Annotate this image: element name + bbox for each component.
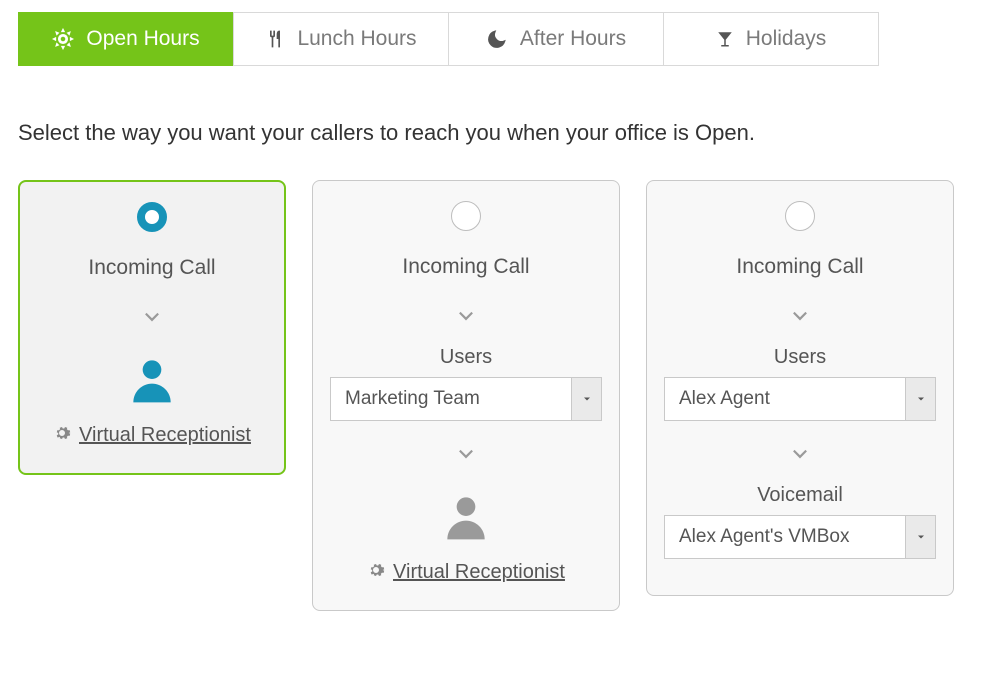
arrow-down-icon — [139, 300, 165, 335]
chevron-down-icon — [905, 378, 935, 420]
card-title: Incoming Call — [88, 256, 215, 280]
option-virtual-receptionist[interactable]: Incoming Call Virtual Receptionist — [18, 180, 286, 475]
select-value: Marketing Team — [331, 388, 571, 410]
users-select[interactable]: Alex Agent — [664, 377, 936, 421]
radio-unselected[interactable] — [785, 201, 815, 231]
users-label: Users — [774, 346, 826, 369]
tabs-bar: Open Hours Lunch Hours After Hours Holid… — [18, 12, 968, 66]
gear-icon — [53, 424, 71, 447]
tab-label: Lunch Hours — [297, 27, 416, 51]
tab-label: Open Hours — [86, 27, 199, 51]
option-users-then-vr[interactable]: Incoming Call Users Marketing Team Virtu… — [312, 180, 620, 611]
voicemail-select[interactable]: Alex Agent's VMBox — [664, 515, 936, 559]
virtual-receptionist-link[interactable]: Virtual Receptionist — [393, 561, 565, 584]
option-users-then-voicemail[interactable]: Incoming Call Users Alex Agent Voicemail… — [646, 180, 954, 596]
radio-selected[interactable] — [137, 202, 167, 232]
moon-icon — [486, 28, 508, 50]
users-select[interactable]: Marketing Team — [330, 377, 602, 421]
tab-lunch-hours[interactable]: Lunch Hours — [233, 12, 449, 66]
card-title: Incoming Call — [736, 255, 863, 279]
tab-label: Holidays — [746, 27, 827, 51]
virtual-receptionist-link[interactable]: Virtual Receptionist — [79, 424, 251, 447]
select-value: Alex Agent — [665, 388, 905, 410]
cocktail-icon — [716, 28, 734, 50]
gear-icon — [367, 561, 385, 584]
radio-unselected[interactable] — [451, 201, 481, 231]
users-label: Users — [440, 346, 492, 369]
sun-icon — [52, 28, 74, 50]
arrow-down-icon — [453, 437, 479, 472]
instruction-text: Select the way you want your callers to … — [18, 120, 968, 146]
card-title: Incoming Call — [402, 255, 529, 279]
tab-label: After Hours — [520, 27, 626, 51]
arrow-down-icon — [787, 437, 813, 472]
tab-holidays[interactable]: Holidays — [663, 12, 879, 66]
chevron-down-icon — [571, 378, 601, 420]
user-icon — [124, 351, 180, 412]
tab-after-hours[interactable]: After Hours — [448, 12, 664, 66]
select-value: Alex Agent's VMBox — [665, 526, 905, 548]
utensils-icon — [265, 28, 285, 50]
arrow-down-icon — [787, 299, 813, 334]
voicemail-label: Voicemail — [757, 484, 843, 507]
chevron-down-icon — [905, 516, 935, 558]
virtual-receptionist-row: Virtual Receptionist — [367, 561, 565, 584]
routing-options: Incoming Call Virtual Receptionist Incom… — [18, 180, 968, 611]
user-icon — [438, 488, 494, 549]
tab-open-hours[interactable]: Open Hours — [18, 12, 234, 66]
arrow-down-icon — [453, 299, 479, 334]
virtual-receptionist-row: Virtual Receptionist — [53, 424, 251, 447]
